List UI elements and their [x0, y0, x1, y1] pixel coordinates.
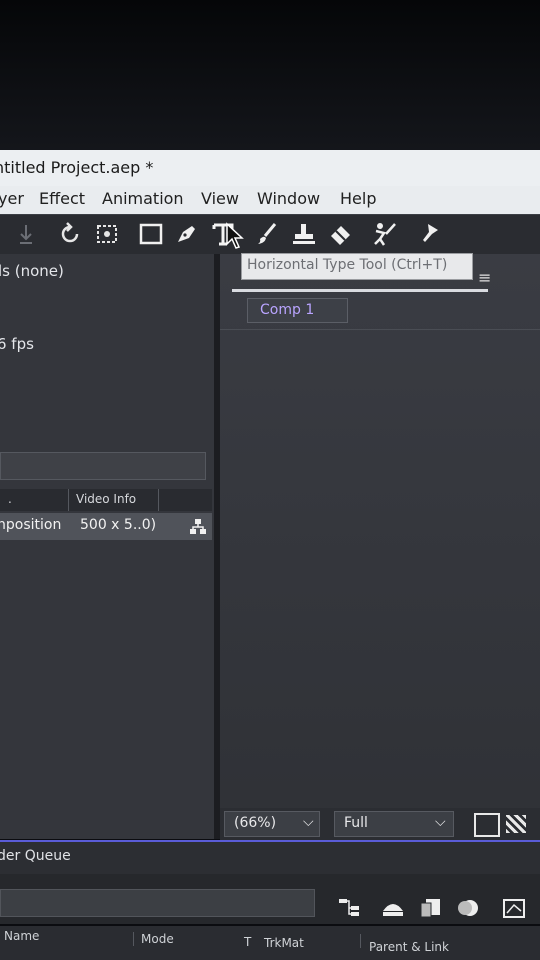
timeline-column-header: Name Mode T TrkMat Parent & Link	[0, 926, 540, 960]
arrow-down-icon[interactable]	[12, 220, 40, 248]
magnification-dropdown[interactable]: (66%) ⌵	[224, 811, 320, 837]
composition-panel	[220, 254, 540, 839]
brush-icon[interactable]	[254, 220, 282, 248]
eraser-icon[interactable]	[327, 220, 355, 248]
graph-editor-icon[interactable]	[502, 897, 526, 919]
tooltip-text: Horizontal Type Tool (Ctrl+T)	[247, 257, 448, 273]
project-search-input[interactable]	[0, 452, 206, 480]
motion-blur-icon[interactable]	[456, 897, 480, 919]
transparency-grid-icon[interactable]	[506, 815, 526, 833]
menu-help[interactable]: Help	[340, 189, 376, 208]
roto-brush-icon[interactable]	[371, 220, 399, 248]
column-divider	[158, 489, 159, 511]
chevron-down-icon: ⌵	[303, 814, 314, 830]
fast-previews-icon[interactable]	[474, 813, 500, 837]
timeline-search-input[interactable]	[0, 889, 315, 917]
mouse-cursor-icon	[225, 222, 245, 256]
column-t[interactable]: T	[244, 935, 251, 949]
resolution-value: Full	[344, 815, 368, 831]
composition-tab-underline	[232, 289, 488, 292]
pen-icon[interactable]	[173, 220, 201, 248]
column-parent-link[interactable]: Parent & Link	[369, 940, 449, 954]
column-divider	[360, 934, 361, 948]
project-panel: ls (none) 6 fps	[0, 254, 214, 839]
column-trkmat[interactable]: TrkMat	[264, 936, 304, 950]
project-column-header: . Video Info	[0, 489, 212, 511]
menu-window[interactable]: Window	[257, 189, 320, 208]
camera-behind-icon[interactable]	[93, 220, 121, 248]
menu-view[interactable]: View	[201, 189, 239, 208]
project-item-name: nposition	[0, 517, 62, 533]
window-titlebar: ntitled Project.aep *	[0, 150, 540, 186]
column-layer-name[interactable]: Name	[4, 929, 39, 943]
menu-effect[interactable]: Effect	[39, 189, 85, 208]
clone-stamp-icon[interactable]	[290, 220, 318, 248]
shy-layers-icon[interactable]	[381, 897, 405, 919]
magnification-value: (66%)	[234, 815, 277, 831]
composition-flowchart-icon[interactable]	[337, 897, 361, 919]
flowchart-icon[interactable]	[188, 517, 208, 541]
column-video-info-header[interactable]: Video Info	[76, 492, 136, 506]
rotate-icon[interactable]	[56, 220, 84, 248]
column-name-header[interactable]: .	[8, 492, 12, 506]
puppet-pin-icon[interactable]	[416, 220, 444, 248]
tab-comp-1-label: Comp 1	[260, 302, 315, 318]
project-item-video-info: 500 x 5..0)	[80, 517, 157, 533]
column-divider	[68, 489, 69, 511]
project-info-line: ls (none)	[0, 262, 64, 280]
tools-toolbar	[0, 214, 540, 255]
frame-blending-icon[interactable]	[418, 897, 442, 919]
chevron-down-icon: ⌵	[435, 814, 446, 830]
monitor-bezel	[0, 0, 540, 150]
composition-footer: (66%) ⌵ Full ⌵	[220, 808, 540, 840]
window-title: ntitled Project.aep *	[0, 158, 154, 177]
panel-menu-icon[interactable]: ≡	[478, 268, 491, 287]
resolution-dropdown[interactable]: Full ⌵	[334, 811, 454, 837]
timeline-tab-bar: der Queue	[0, 840, 540, 876]
tab-comp-1[interactable]: Comp 1	[247, 298, 348, 323]
type-tool-tooltip: Horizontal Type Tool (Ctrl+T)	[241, 253, 473, 280]
menu-animation[interactable]: Animation	[102, 189, 184, 208]
project-fps-line: 6 fps	[0, 335, 34, 353]
column-mode[interactable]: Mode	[141, 932, 174, 946]
project-item-row[interactable]: nposition 500 x 5..0)	[0, 513, 212, 540]
tab-render-queue[interactable]: der Queue	[0, 848, 71, 864]
composition-divider	[220, 329, 540, 330]
column-divider	[133, 932, 134, 946]
menu-bar: yer Effect Animation View Window Help	[0, 186, 540, 214]
rectangle-icon[interactable]	[138, 220, 166, 248]
menu-layer[interactable]: yer	[0, 189, 24, 208]
